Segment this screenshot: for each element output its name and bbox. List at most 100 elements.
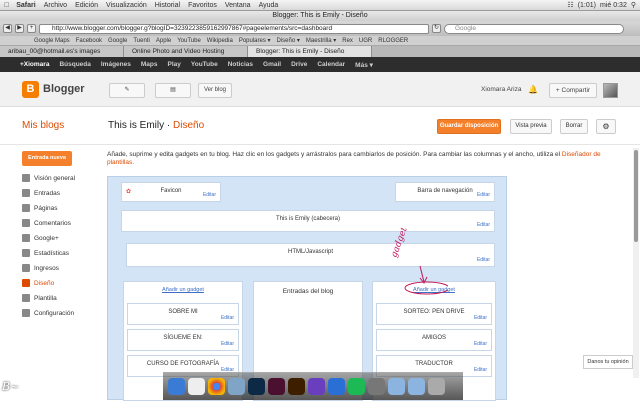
gbar-link[interactable]: Maps bbox=[141, 61, 158, 68]
edit-link[interactable]: Editar bbox=[221, 315, 234, 321]
calendar-icon[interactable] bbox=[188, 378, 205, 395]
app-icon[interactable] bbox=[368, 378, 385, 395]
illustrator-icon[interactable] bbox=[288, 378, 305, 395]
blogger-logo-icon[interactable]: B bbox=[22, 81, 39, 98]
menu-app[interactable]: Safari bbox=[13, 2, 39, 9]
menu-item[interactable]: Archivo bbox=[40, 2, 71, 9]
view-blog-button[interactable]: Ver blog bbox=[198, 83, 232, 98]
gadget-giveaway[interactable]: SORTEO: PEN DRIVE Editar bbox=[376, 303, 492, 325]
gear-icon[interactable]: ⚙ bbox=[596, 119, 616, 134]
menu-item[interactable]: Ayuda bbox=[255, 2, 283, 9]
gadget-friends[interactable]: AMIGOS Editar bbox=[376, 329, 492, 351]
bookmark[interactable]: Tuenti bbox=[133, 38, 149, 44]
menu-item[interactable]: Favoritos bbox=[184, 2, 221, 9]
sidebar-item-comments[interactable]: Comentarios bbox=[22, 219, 71, 227]
new-post-button[interactable]: Entrada nueva bbox=[22, 151, 72, 166]
edit-link[interactable]: Editar bbox=[477, 222, 490, 228]
blogger-logo-text[interactable]: Blogger bbox=[43, 83, 85, 95]
pencil-icon[interactable]: ✎ bbox=[109, 83, 145, 98]
browser-tab[interactable]: aribau_00@hotmail.es's images bbox=[0, 46, 124, 57]
bookmark[interactable]: Google bbox=[108, 38, 127, 44]
gbar-link[interactable]: Play bbox=[168, 61, 181, 68]
gbar-link[interactable]: YouTube bbox=[191, 61, 218, 68]
trash-icon[interactable] bbox=[428, 378, 445, 395]
sidebar-item-posts[interactable]: Entradas bbox=[22, 189, 60, 197]
wifi-icon[interactable]: ☷ bbox=[567, 1, 573, 9]
bookmark[interactable]: Rex bbox=[342, 38, 353, 44]
user-name[interactable]: Xiomara Ariza bbox=[481, 86, 521, 93]
menu-item[interactable]: Historial bbox=[151, 2, 184, 9]
menu-item[interactable]: Ventana bbox=[221, 2, 255, 9]
word-icon[interactable] bbox=[308, 378, 325, 395]
gbar-link[interactable]: +Xiomara bbox=[20, 61, 49, 68]
spotify-icon[interactable] bbox=[348, 378, 365, 395]
edit-link[interactable]: Editar bbox=[221, 341, 234, 347]
bookmark[interactable]: UGR bbox=[359, 38, 372, 44]
search-input[interactable]: Google bbox=[444, 23, 624, 34]
reload-icon[interactable]: ↻ bbox=[432, 24, 441, 33]
gbar-link[interactable]: Calendar bbox=[317, 61, 345, 68]
delete-button[interactable]: Borrar bbox=[560, 119, 588, 134]
gbar-link[interactable]: Búsqueda bbox=[59, 61, 90, 68]
spotlight-icon[interactable]: ⚲ bbox=[631, 1, 636, 9]
forward-icon[interactable]: ▶ bbox=[15, 24, 24, 33]
back-icon[interactable]: ◀ bbox=[3, 24, 12, 33]
bookmark[interactable]: YouTube bbox=[177, 38, 201, 44]
edit-link[interactable]: Editar bbox=[477, 257, 490, 263]
preview-button[interactable]: Vista previa bbox=[510, 119, 552, 134]
gbar-link[interactable]: Noticias bbox=[228, 61, 253, 68]
feedback-button[interactable]: Danos tu opinión bbox=[583, 355, 633, 369]
sidebar-item-pages[interactable]: Páginas bbox=[22, 204, 58, 212]
downloads-icon[interactable] bbox=[408, 378, 425, 395]
safari-icon[interactable] bbox=[228, 378, 245, 395]
browser-tab[interactable]: Online Photo and Video Hosting bbox=[124, 46, 248, 57]
apple-icon[interactable]:  bbox=[0, 2, 13, 9]
battery-status[interactable]: (1:01) bbox=[578, 2, 596, 9]
posts-list-icon[interactable]: ▤ bbox=[155, 83, 191, 98]
edit-link[interactable]: Editar bbox=[474, 341, 487, 347]
bookmark[interactable]: RLOGGER bbox=[378, 38, 408, 44]
sidebar-item-earnings[interactable]: Ingresos bbox=[22, 264, 59, 272]
gbar-link[interactable]: Drive bbox=[291, 61, 307, 68]
edit-link[interactable]: Editar bbox=[477, 192, 490, 198]
page-scrollbar[interactable] bbox=[633, 148, 639, 378]
my-blogs-link[interactable]: Mis blogs bbox=[22, 120, 64, 131]
gadget-about-me[interactable]: SOBRE MI Editar bbox=[127, 303, 239, 325]
sidebar-item-template[interactable]: Plantilla bbox=[22, 294, 57, 302]
gbar-link[interactable]: Más ▾ bbox=[355, 61, 373, 69]
bookmark[interactable]: Google Maps bbox=[34, 38, 70, 44]
gbar-link[interactable]: Imágenes bbox=[101, 61, 131, 68]
share-button[interactable]: + Compartir bbox=[549, 83, 597, 98]
bookmark[interactable]: Apple bbox=[156, 38, 171, 44]
bookmark[interactable]: Wikipedia bbox=[207, 38, 233, 44]
sidebar-item-layout[interactable]: Diseño bbox=[22, 279, 54, 287]
photoshop-icon[interactable] bbox=[248, 378, 265, 395]
avatar[interactable] bbox=[603, 83, 618, 98]
url-field[interactable]: http://www.blogger.com/blogger.g?blogID=… bbox=[39, 23, 429, 34]
chrome-icon[interactable] bbox=[208, 378, 225, 395]
bookmark[interactable]: Facebook bbox=[76, 38, 102, 44]
bookmark[interactable]: Diseño ▾ bbox=[277, 37, 300, 44]
itunes-icon[interactable] bbox=[328, 378, 345, 395]
edit-link[interactable]: Editar bbox=[203, 192, 216, 198]
gadget-follow-me[interactable]: SÍGUEME EN: Editar bbox=[127, 329, 239, 351]
menu-item[interactable]: Visualización bbox=[102, 2, 151, 9]
clock[interactable]: mié 0:32 bbox=[600, 2, 627, 9]
save-layout-button[interactable]: Guardar disposición bbox=[437, 119, 501, 134]
edit-link[interactable]: Editar bbox=[474, 367, 487, 373]
indesign-icon[interactable] bbox=[268, 378, 285, 395]
scrollbar-thumb[interactable] bbox=[634, 150, 638, 242]
browser-tab-active[interactable]: Blogger: This is Emily - Diseño bbox=[248, 46, 372, 57]
add-gadget-link[interactable]: Añadir un gadget bbox=[124, 287, 242, 293]
sidebar-item-stats[interactable]: Estadísticas bbox=[22, 249, 69, 257]
sidebar-item-settings[interactable]: Configuración bbox=[22, 309, 74, 317]
folder-icon[interactable] bbox=[388, 378, 405, 395]
bookmark[interactable]: Maestrilla ▾ bbox=[306, 37, 336, 44]
gadget-navbar[interactable]: Barra de navegación Editar bbox=[395, 182, 495, 202]
finder-icon[interactable] bbox=[168, 378, 185, 395]
sidebar-item-googleplus[interactable]: Google+ bbox=[22, 234, 59, 242]
add-tab-icon[interactable]: + bbox=[27, 24, 36, 33]
edit-link[interactable]: Editar bbox=[474, 315, 487, 321]
bookmark[interactable]: Populares ▾ bbox=[239, 37, 271, 44]
gbar-link[interactable]: Gmail bbox=[263, 61, 281, 68]
